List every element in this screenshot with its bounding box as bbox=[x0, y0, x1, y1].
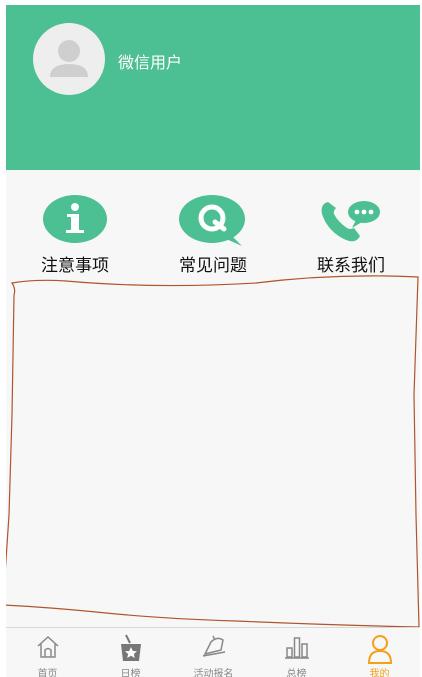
shortcut-faq[interactable]: 常见问题 bbox=[144, 170, 282, 282]
total-rank-icon bbox=[284, 637, 309, 659]
shortcut-contact-label: 联系我们 bbox=[317, 256, 385, 276]
tab-mine[interactable]: 我的 bbox=[338, 628, 421, 677]
tab-mine-label: 我的 bbox=[369, 669, 390, 677]
shortcut-notes[interactable]: 注意事项 bbox=[6, 170, 144, 282]
tab-bar: 首页 日榜 活动报名 总榜 我的 bbox=[6, 627, 420, 677]
shortcut-faq-label: 常见问题 bbox=[179, 256, 247, 276]
phone-screen: 微信用户 注意事项 常见问题 联系我们 首页 日榜 活动报名 总榜 我的 bbox=[6, 5, 420, 677]
phone-chat-icon bbox=[321, 201, 380, 242]
tab-total-rank-label: 总榜 bbox=[286, 669, 307, 677]
faq-q-icon bbox=[179, 195, 245, 246]
shortcut-contact[interactable]: 联系我们 bbox=[282, 170, 420, 282]
profile-icon bbox=[367, 635, 392, 664]
tab-home-label: 首页 bbox=[37, 669, 58, 677]
tab-activity-signup[interactable]: 活动报名 bbox=[172, 628, 255, 677]
tab-daily-rank-label: 日榜 bbox=[120, 669, 141, 677]
shortcut-row: 注意事项 常见问题 联系我们 bbox=[6, 170, 420, 282]
activity-signup-icon bbox=[202, 635, 225, 657]
tab-activity-signup-label: 活动报名 bbox=[193, 669, 234, 677]
home-icon bbox=[36, 635, 59, 658]
info-icon bbox=[43, 195, 107, 243]
shortcut-notes-label: 注意事项 bbox=[41, 256, 109, 276]
default-user-icon bbox=[50, 40, 88, 77]
username: 微信用户 bbox=[118, 53, 183, 72]
profile-header: 微信用户 bbox=[6, 5, 420, 170]
avatar[interactable] bbox=[33, 23, 105, 95]
tab-daily-rank[interactable]: 日榜 bbox=[89, 628, 172, 677]
daily-rank-icon bbox=[120, 634, 141, 661]
tab-total-rank[interactable]: 总榜 bbox=[255, 628, 338, 677]
sketch-outline bbox=[6, 275, 420, 628]
tab-home[interactable]: 首页 bbox=[6, 628, 89, 677]
